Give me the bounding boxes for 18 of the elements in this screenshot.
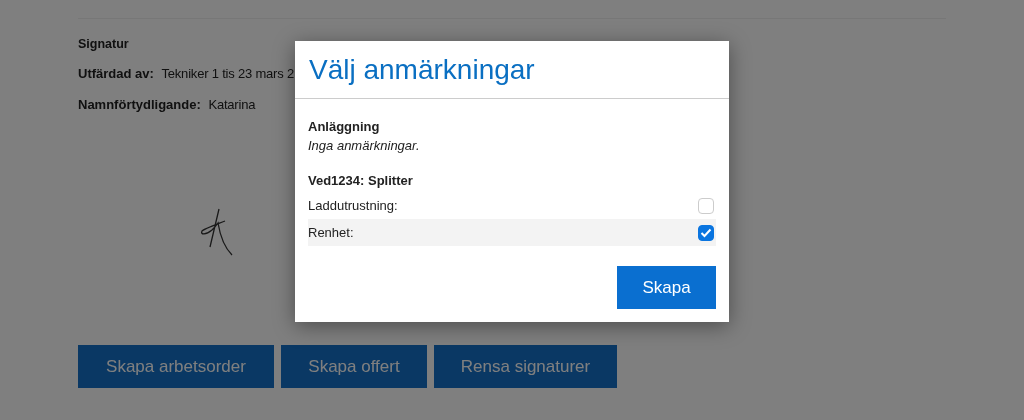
dialog-title: Välj anmärkningar: [295, 41, 729, 99]
signature-drawing: [200, 207, 234, 257]
action-button[interactable]: Skapa offert: [281, 345, 427, 388]
checkbox[interactable]: [698, 224, 714, 241]
action-button[interactable]: Rensa signaturer: [434, 345, 617, 388]
section-heading: Ved1234: Splitter: [308, 173, 414, 188]
field-value: Katarina: [208, 97, 256, 112]
action-button[interactable]: Skapa arbetsorder: [78, 345, 274, 388]
remark-label: Renhet:: [308, 225, 354, 240]
field-label: Utfärdad av:: [78, 66, 154, 81]
remark-label: Laddutrustning:: [308, 198, 398, 213]
create-button[interactable]: Skapa: [617, 266, 716, 309]
section-heading: Signatur: [78, 37, 130, 53]
section-heading: Anläggning: [308, 119, 381, 134]
checkbox[interactable]: [698, 197, 714, 214]
empty-note: Inga anmärkningar.: [308, 138, 421, 153]
field-label: Namnförtydligande:: [78, 97, 201, 112]
field-value: Tekniker 1 tis 23 mars 2: [161, 66, 294, 81]
